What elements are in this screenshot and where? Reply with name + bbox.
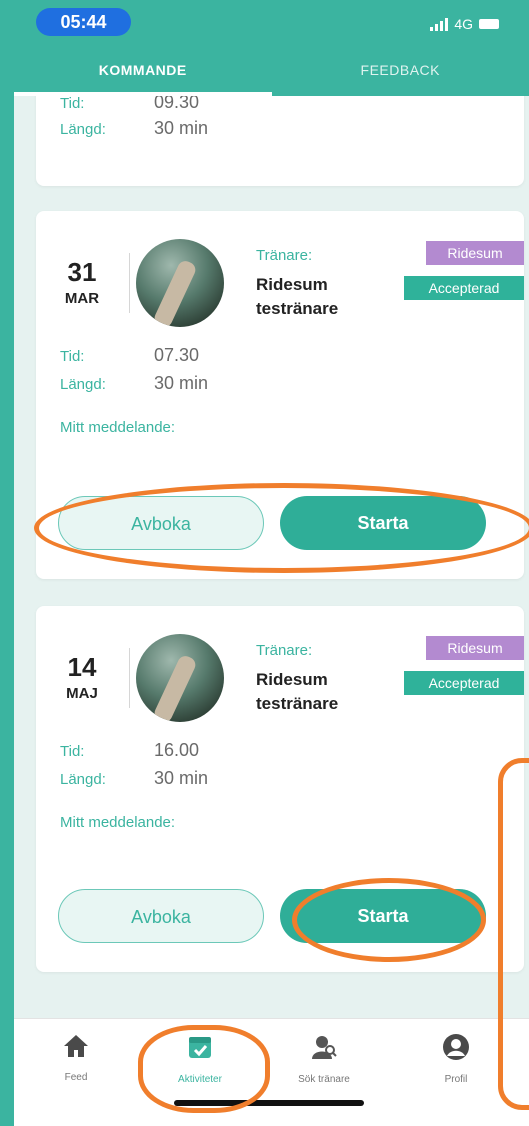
- trainer-label: Tränare:: [256, 247, 313, 264]
- battery-icon: [479, 19, 499, 29]
- highlight-oval-activities: [138, 1025, 270, 1113]
- bottom-navigation: Feed Aktiviteter Sök tränare Profil: [14, 1018, 529, 1126]
- trainer-name: Ridesum testränare: [256, 670, 339, 713]
- status-badge: Accepterad: [404, 671, 524, 695]
- booking-date: 14 MAJ: [66, 652, 98, 702]
- trainer-avatar: [136, 634, 224, 722]
- highlight-oval-buttons: [34, 483, 529, 573]
- app-screen: 05:44 4G KOMMANDE FEEDBACK Tid:09.30 Län…: [14, 0, 529, 1126]
- status-time-overlay: 05:44: [36, 8, 131, 36]
- type-badge: Ridesum: [426, 241, 524, 265]
- tab-kommande-label[interactable]: KOMMANDE: [14, 50, 272, 96]
- network-type: 4G: [454, 16, 473, 32]
- date-divider: [129, 648, 130, 708]
- nav-sok-tranare[interactable]: Sök tränare: [274, 1033, 374, 1085]
- home-icon: [64, 1035, 88, 1057]
- length-row: Längd: 30 min: [60, 118, 209, 138]
- status-badge: Accepterad: [404, 276, 524, 300]
- tab-feedback-label[interactable]: FEEDBACK: [272, 50, 529, 96]
- booking-date: 31 MAR: [64, 257, 100, 307]
- trainer-avatar: [136, 239, 224, 327]
- highlight-side-box: [498, 758, 529, 1110]
- trainer-name: Ridesum testränare: [256, 275, 339, 318]
- message-label: Mitt meddelande:: [60, 814, 176, 831]
- highlight-oval-start: [292, 878, 486, 962]
- cancel-button[interactable]: Avboka: [58, 889, 264, 943]
- nav-profil[interactable]: Profil: [406, 1033, 506, 1085]
- type-badge: Ridesum: [426, 636, 524, 660]
- status-bar-overlay: 05:44 4G: [14, 0, 529, 50]
- signal-icon: [430, 17, 449, 31]
- message-label: Mitt meddelande:: [60, 419, 176, 436]
- length-row: Längd: 30 min: [60, 768, 209, 788]
- status-indicators-overlay: 4G: [430, 16, 499, 32]
- date-divider: [129, 253, 130, 313]
- profile-icon: [443, 1034, 469, 1060]
- time-row: Tid: 07.30: [60, 345, 200, 365]
- time-row: Tid: 16.00: [60, 740, 200, 760]
- trainer-label: Tränare:: [256, 642, 313, 659]
- nav-feed[interactable]: Feed: [26, 1033, 126, 1083]
- tab-bar-overlay: KOMMANDE FEEDBACK: [14, 50, 529, 96]
- search-trainer-icon: [312, 1036, 337, 1059]
- length-row: Längd: 30 min: [60, 373, 209, 393]
